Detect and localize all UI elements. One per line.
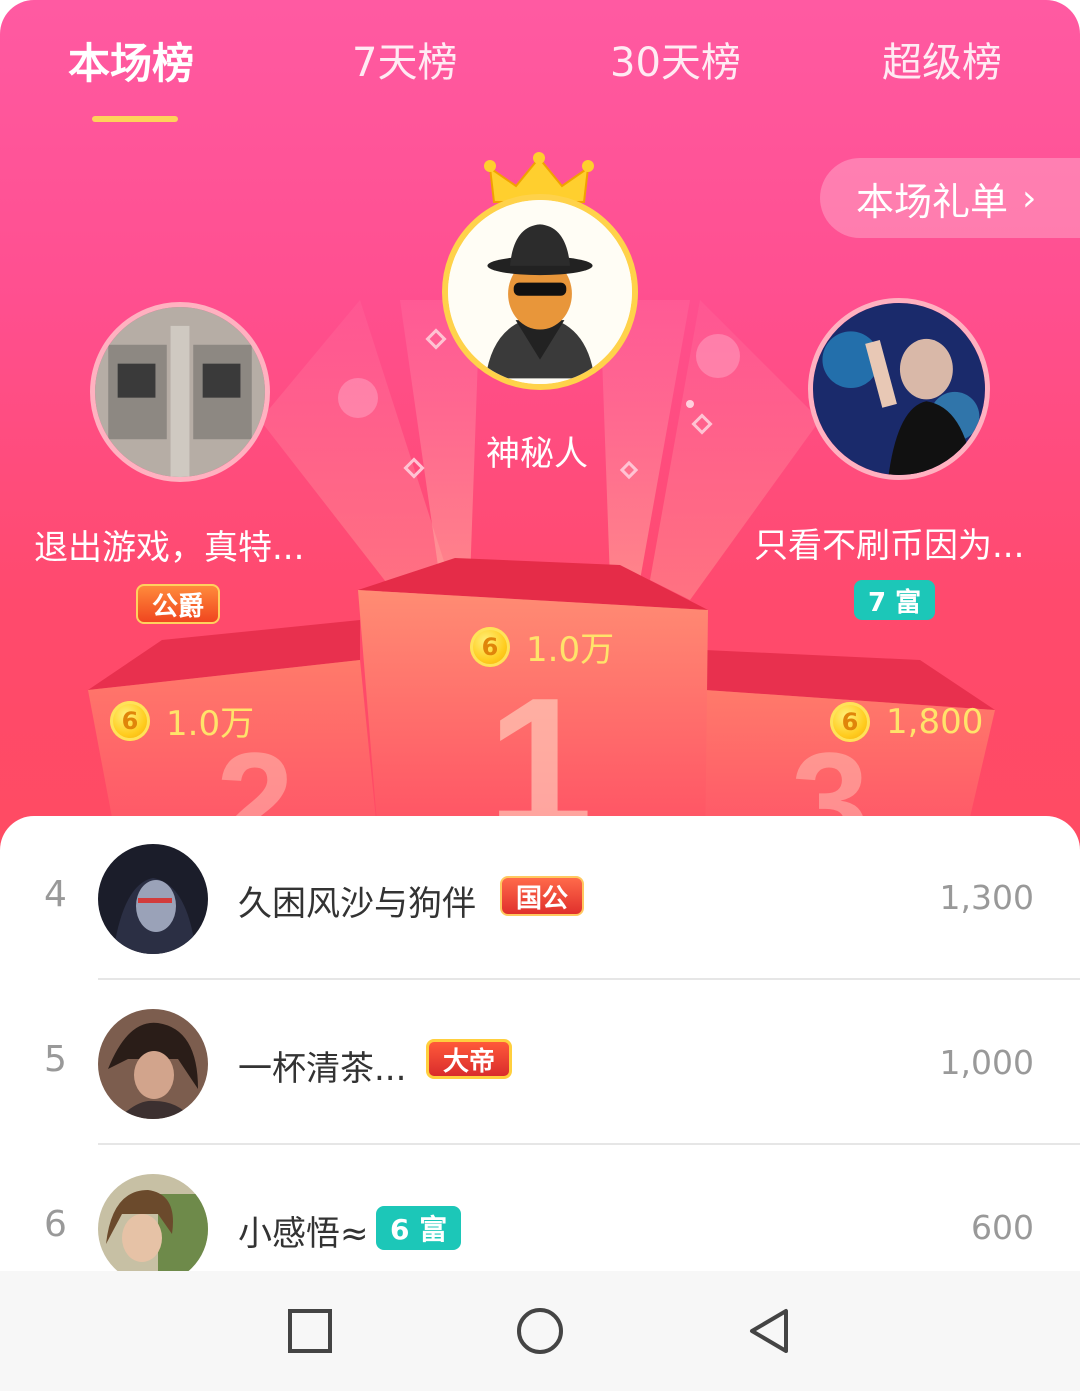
first-place-avatar[interactable] [442,194,638,390]
gift-list-label: 本场礼单 [856,179,1009,224]
back-triangle-icon[interactable] [744,1305,796,1357]
second-place-name: 退出游戏，真特... [34,528,305,568]
system-nav-bar [0,1271,1080,1391]
list-item[interactable]: 4 久困风沙与狗伴 国公 1,300 [0,816,1080,980]
coin-icon: 6 [110,700,150,741]
chevron-right-icon: › [1022,177,1037,219]
third-place-coin-value: 1,800 [886,702,984,742]
list-item-name: 一杯清茶... [238,1049,407,1089]
ranking-list: 4 久困风沙与狗伴 国公 1,300 5 一杯清茶... 大帝 1,000 6 … [0,816,1080,1276]
tab-this-session[interactable]: 本场榜 [68,30,194,91]
list-item-name: 小感悟≈ [238,1214,369,1254]
home-circle-icon[interactable] [514,1305,566,1357]
list-item-value: 600 [971,1208,1034,1247]
recents-square-icon[interactable] [284,1305,336,1357]
ranking-hero: 1 2 3 本场榜 7天榜 30天榜 超级榜 本场礼单 › 神秘人 6 1.0万 [0,0,1080,860]
rank-number: 4 [44,874,67,915]
rank-badge-emperor: 大帝 [426,1039,513,1079]
gift-list-button[interactable]: 本场礼单 › [820,158,1080,238]
tab-super[interactable]: 超级榜 [882,30,1002,88]
list-item[interactable]: 5 一杯清茶... 大帝 1,000 [0,981,1080,1145]
list-item-value: 1,300 [939,878,1034,917]
avatar[interactable] [98,1174,208,1276]
third-place-name: 只看不刷币因为... [754,526,1025,566]
tab-7-days[interactable]: 7天榜 [352,30,457,88]
tab-30-days[interactable]: 30天榜 [610,30,741,88]
avatar[interactable] [98,1009,208,1119]
list-item-value: 1,000 [939,1043,1034,1082]
divider [98,1143,1080,1145]
second-place-coins: 6 1.0万 [110,696,254,745]
third-place-avatar[interactable] [808,298,990,480]
rank-number: 5 [44,1039,67,1080]
second-place-avatar[interactable] [90,302,270,482]
divider [98,978,1080,980]
second-place-coin-value: 1.0万 [166,704,255,744]
avatar[interactable] [98,844,208,954]
ranking-tabs: 本场榜 7天榜 30天榜 超级榜 [0,22,1080,122]
first-place-coins: 6 1.0万 [470,622,614,671]
first-place-name: 神秘人 [486,434,588,474]
active-tab-indicator [92,116,178,122]
third-place-coins: 6 1,800 [830,702,983,742]
coin-icon: 6 [830,702,870,742]
list-item[interactable]: 6 小感悟≈ 6 富 600 [0,1146,1080,1276]
rank-badge-duke: 公爵 [136,584,221,624]
list-item-name: 久困风沙与狗伴 [238,884,476,924]
rank-badge-guogong: 国公 [500,876,585,916]
coin-icon: 6 [470,626,510,667]
rank-badge-rich: 6 富 [376,1206,462,1250]
rank-badge-rich: 7 富 [854,580,936,620]
first-place-coin-value: 1.0万 [526,630,615,670]
rank-number: 6 [44,1204,67,1245]
